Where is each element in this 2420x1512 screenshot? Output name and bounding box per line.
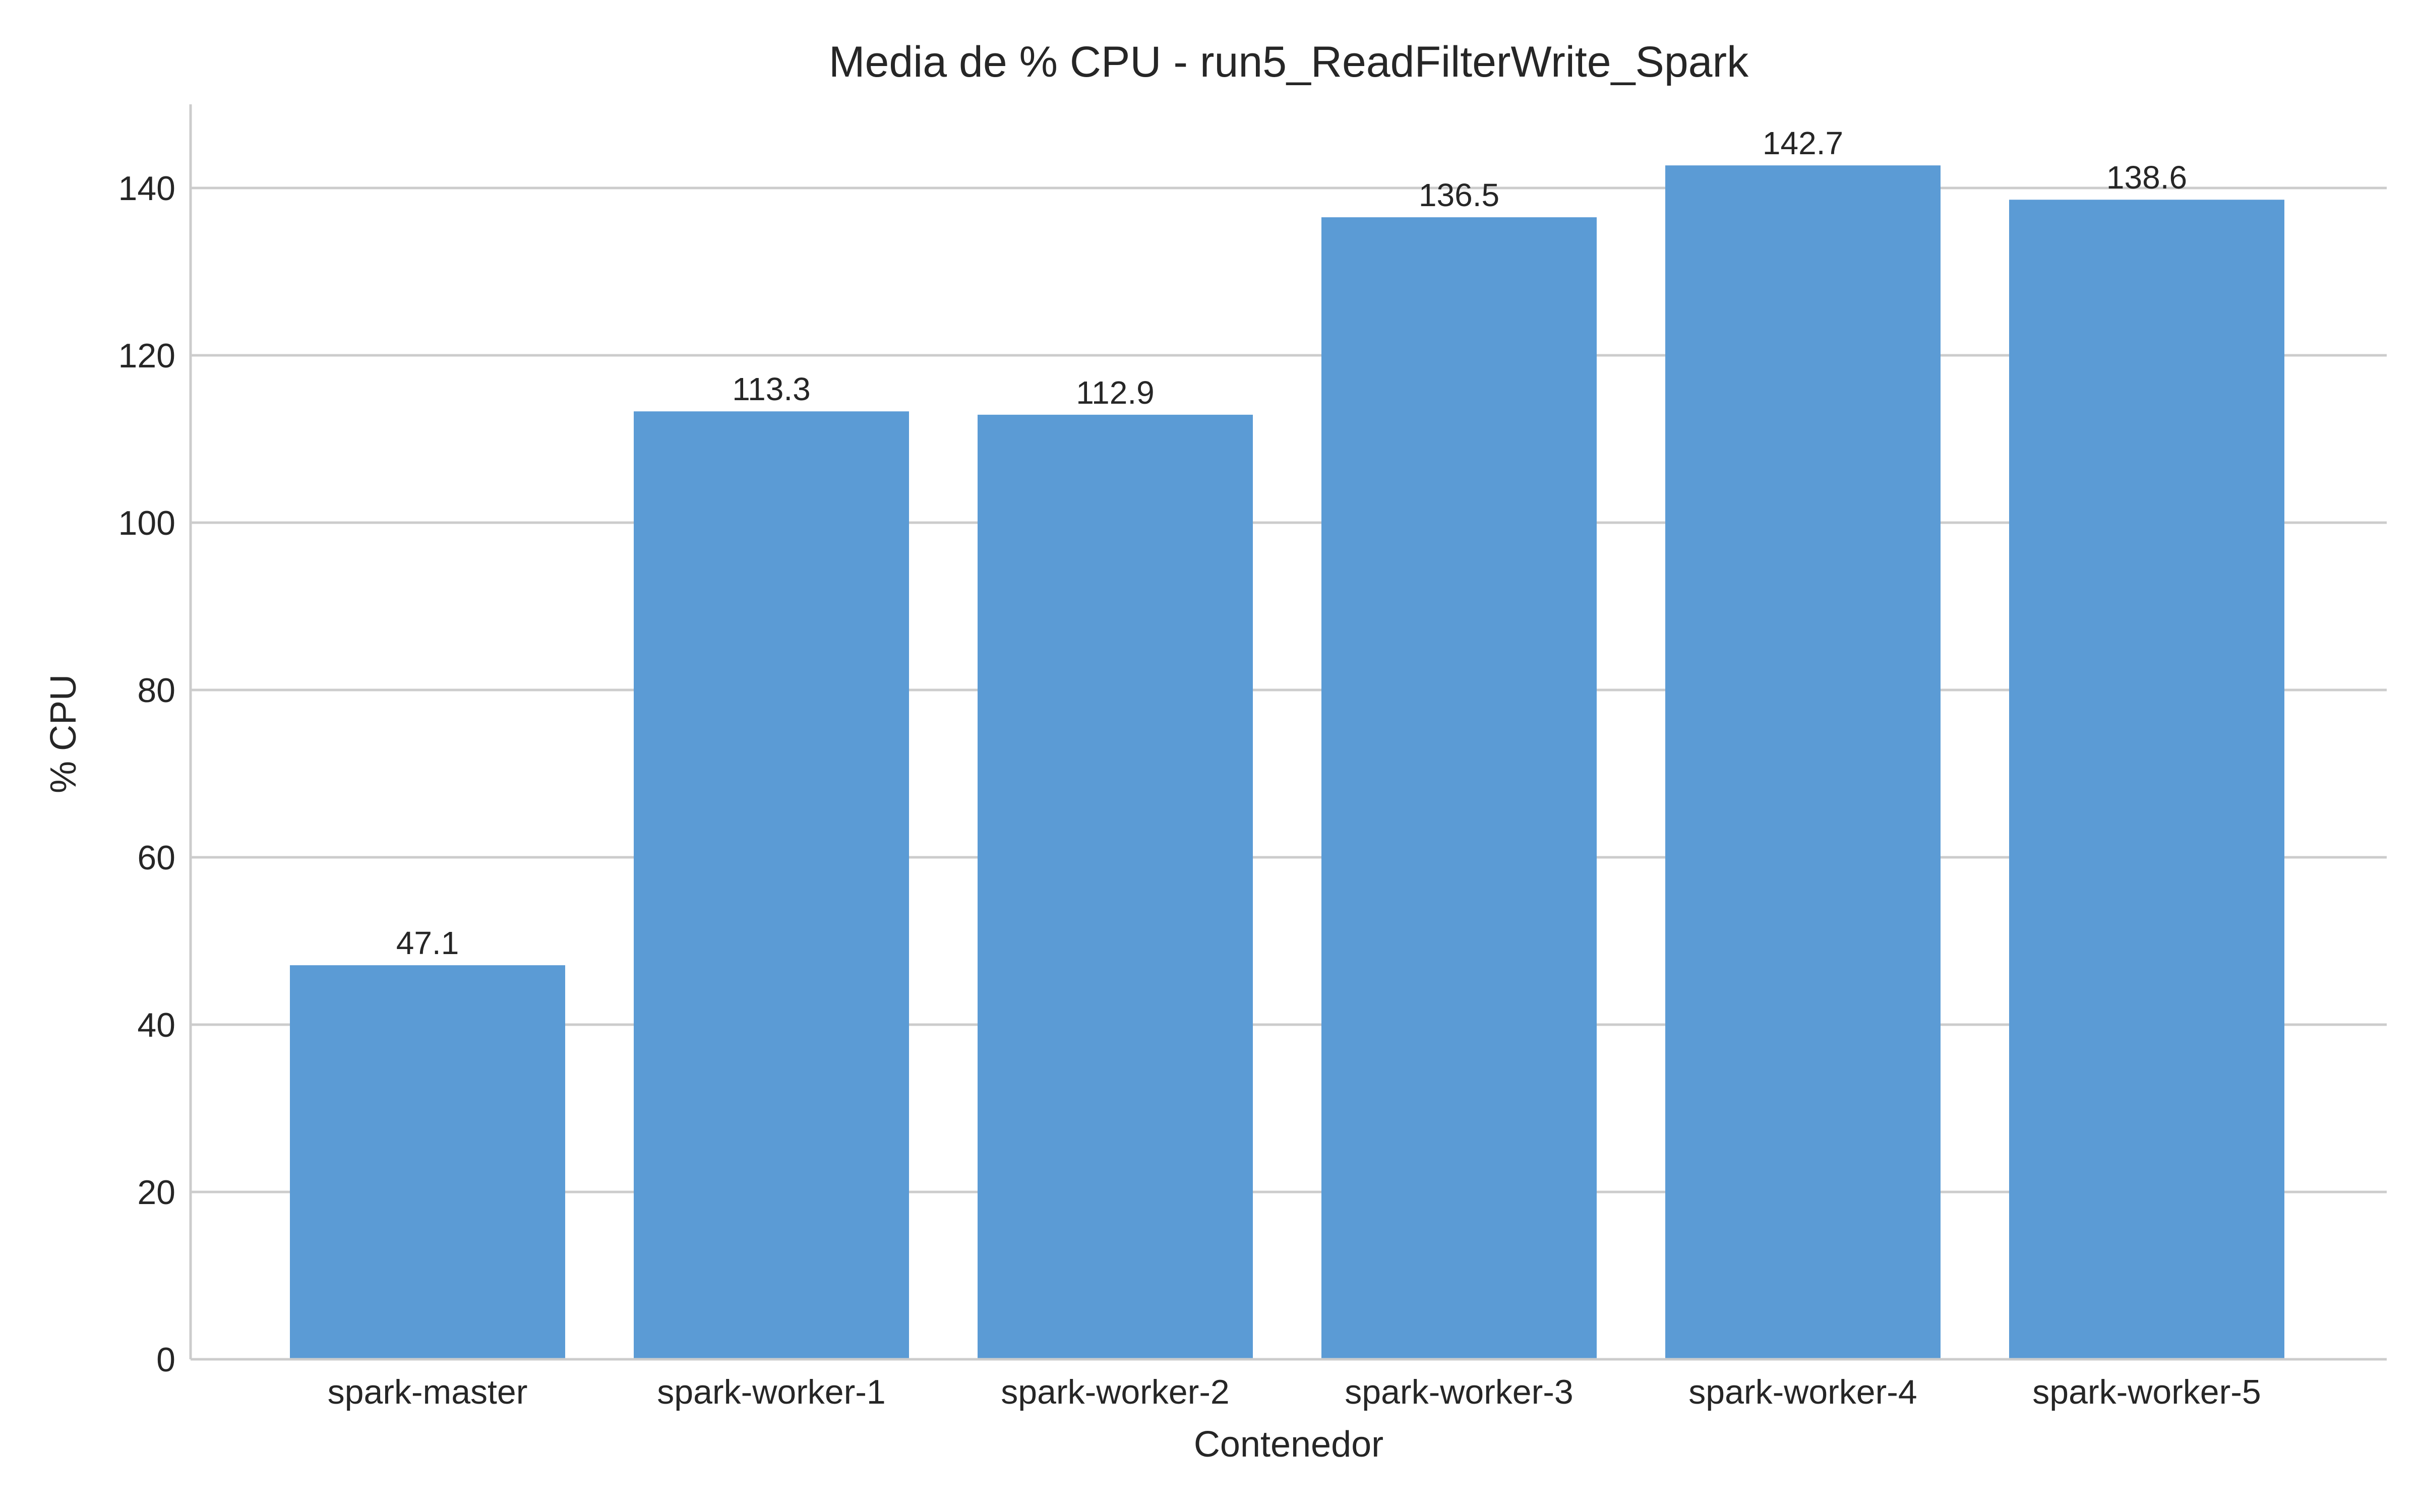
- y-tick-label: 140: [118, 169, 175, 208]
- bar-spark-worker-1: [634, 411, 909, 1359]
- y-tick-label: 60: [137, 839, 175, 877]
- chart-container: 0 20 40 60 80 100 120 140 spark-master spark-wor…: [0, 0, 2420, 1512]
- x-tick-label: spark-worker-5: [2032, 1373, 2261, 1411]
- x-tick-label: spark-worker-2: [1001, 1373, 1229, 1411]
- y-tick-label: 120: [118, 337, 175, 375]
- bar-value-label: 136.5: [1419, 177, 1499, 213]
- bar-spark-worker-5: [2009, 200, 2284, 1359]
- x-tick-label: spark-worker-3: [1345, 1373, 1573, 1411]
- bars: [290, 165, 2284, 1360]
- y-tick-label: 40: [137, 1006, 175, 1044]
- x-tick-label: spark-master: [328, 1373, 528, 1411]
- y-tick-labels: 0 20 40 60 80 100 120 140: [118, 169, 175, 1379]
- bar-spark-worker-4: [1665, 165, 1941, 1360]
- bar-value-label: 113.3: [732, 371, 810, 407]
- bar-value-label: 138.6: [2106, 159, 2187, 196]
- bar-value-label: 112.9: [1076, 374, 1154, 411]
- y-axis-label: % CPU: [43, 674, 84, 793]
- y-tick-label: 100: [118, 504, 175, 542]
- chart-title: Media de % CPU - run5_ReadFilterWrite_Sp…: [829, 38, 1749, 86]
- bar-spark-master: [290, 965, 565, 1359]
- bar-chart: 0 20 40 60 80 100 120 140 spark-master spark-wor…: [43, 38, 2387, 1465]
- bar-spark-worker-3: [1321, 217, 1597, 1359]
- bar-value-label: 47.1: [396, 925, 459, 961]
- y-tick-label: 0: [156, 1341, 175, 1379]
- x-tick-labels: spark-master spark-worker-1 spark-worker-2…: [328, 1373, 2261, 1411]
- x-tick-label: spark-worker-1: [657, 1373, 885, 1411]
- bar-value-label: 142.7: [1763, 125, 1843, 161]
- y-tick-label: 20: [137, 1173, 175, 1212]
- x-tick-label: spark-worker-4: [1688, 1373, 1917, 1411]
- bar-spark-worker-2: [978, 414, 1253, 1359]
- x-axis-label: Contenedor: [1194, 1424, 1383, 1465]
- y-tick-label: 80: [137, 671, 175, 710]
